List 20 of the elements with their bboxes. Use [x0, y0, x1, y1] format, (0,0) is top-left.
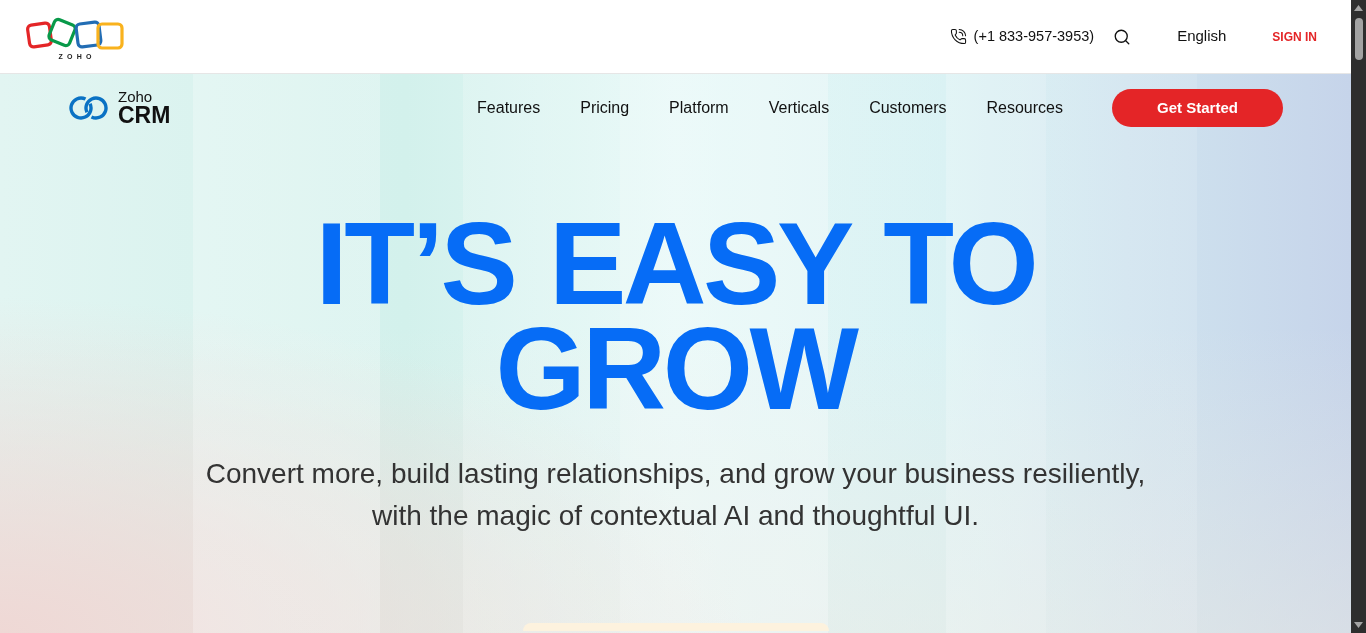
nav-link[interactable]: Platform [669, 96, 729, 120]
logo-squares-icon [25, 15, 125, 50]
nav-link[interactable]: Resources [986, 96, 1063, 120]
sign-in-link[interactable]: SIGN IN [1272, 27, 1317, 46]
zoho-crm-logo[interactable]: Zoho CRM [68, 89, 171, 127]
nav-link[interactable]: Features [477, 96, 541, 120]
get-started-button[interactable]: Get Started [1112, 89, 1283, 127]
hero-headline: IT’S EASY TO GROW [315, 212, 1036, 422]
hero-subtitle: Convert more, build lasting relationships, and grow your business resiliently, with the magic of contextual AI and thoughtful UI. [205, 457, 1146, 533]
phone-icon [949, 28, 967, 45]
nav-link[interactable]: Pricing [580, 96, 630, 120]
scroll-down-arrow-icon[interactable] [1354, 622, 1363, 628]
crm-rings-icon [68, 95, 110, 121]
scrollbar-thumb[interactable] [1354, 18, 1363, 60]
scroll-up-arrow-icon[interactable] [1354, 5, 1363, 11]
phone-link[interactable]: (+1 833-957-3953) [949, 25, 1095, 48]
nav-link[interactable]: Verticals [768, 96, 830, 120]
search-icon[interactable] [1113, 27, 1132, 46]
language-selector[interactable]: English [1177, 25, 1227, 48]
nav-link[interactable]: Customers [869, 96, 947, 120]
